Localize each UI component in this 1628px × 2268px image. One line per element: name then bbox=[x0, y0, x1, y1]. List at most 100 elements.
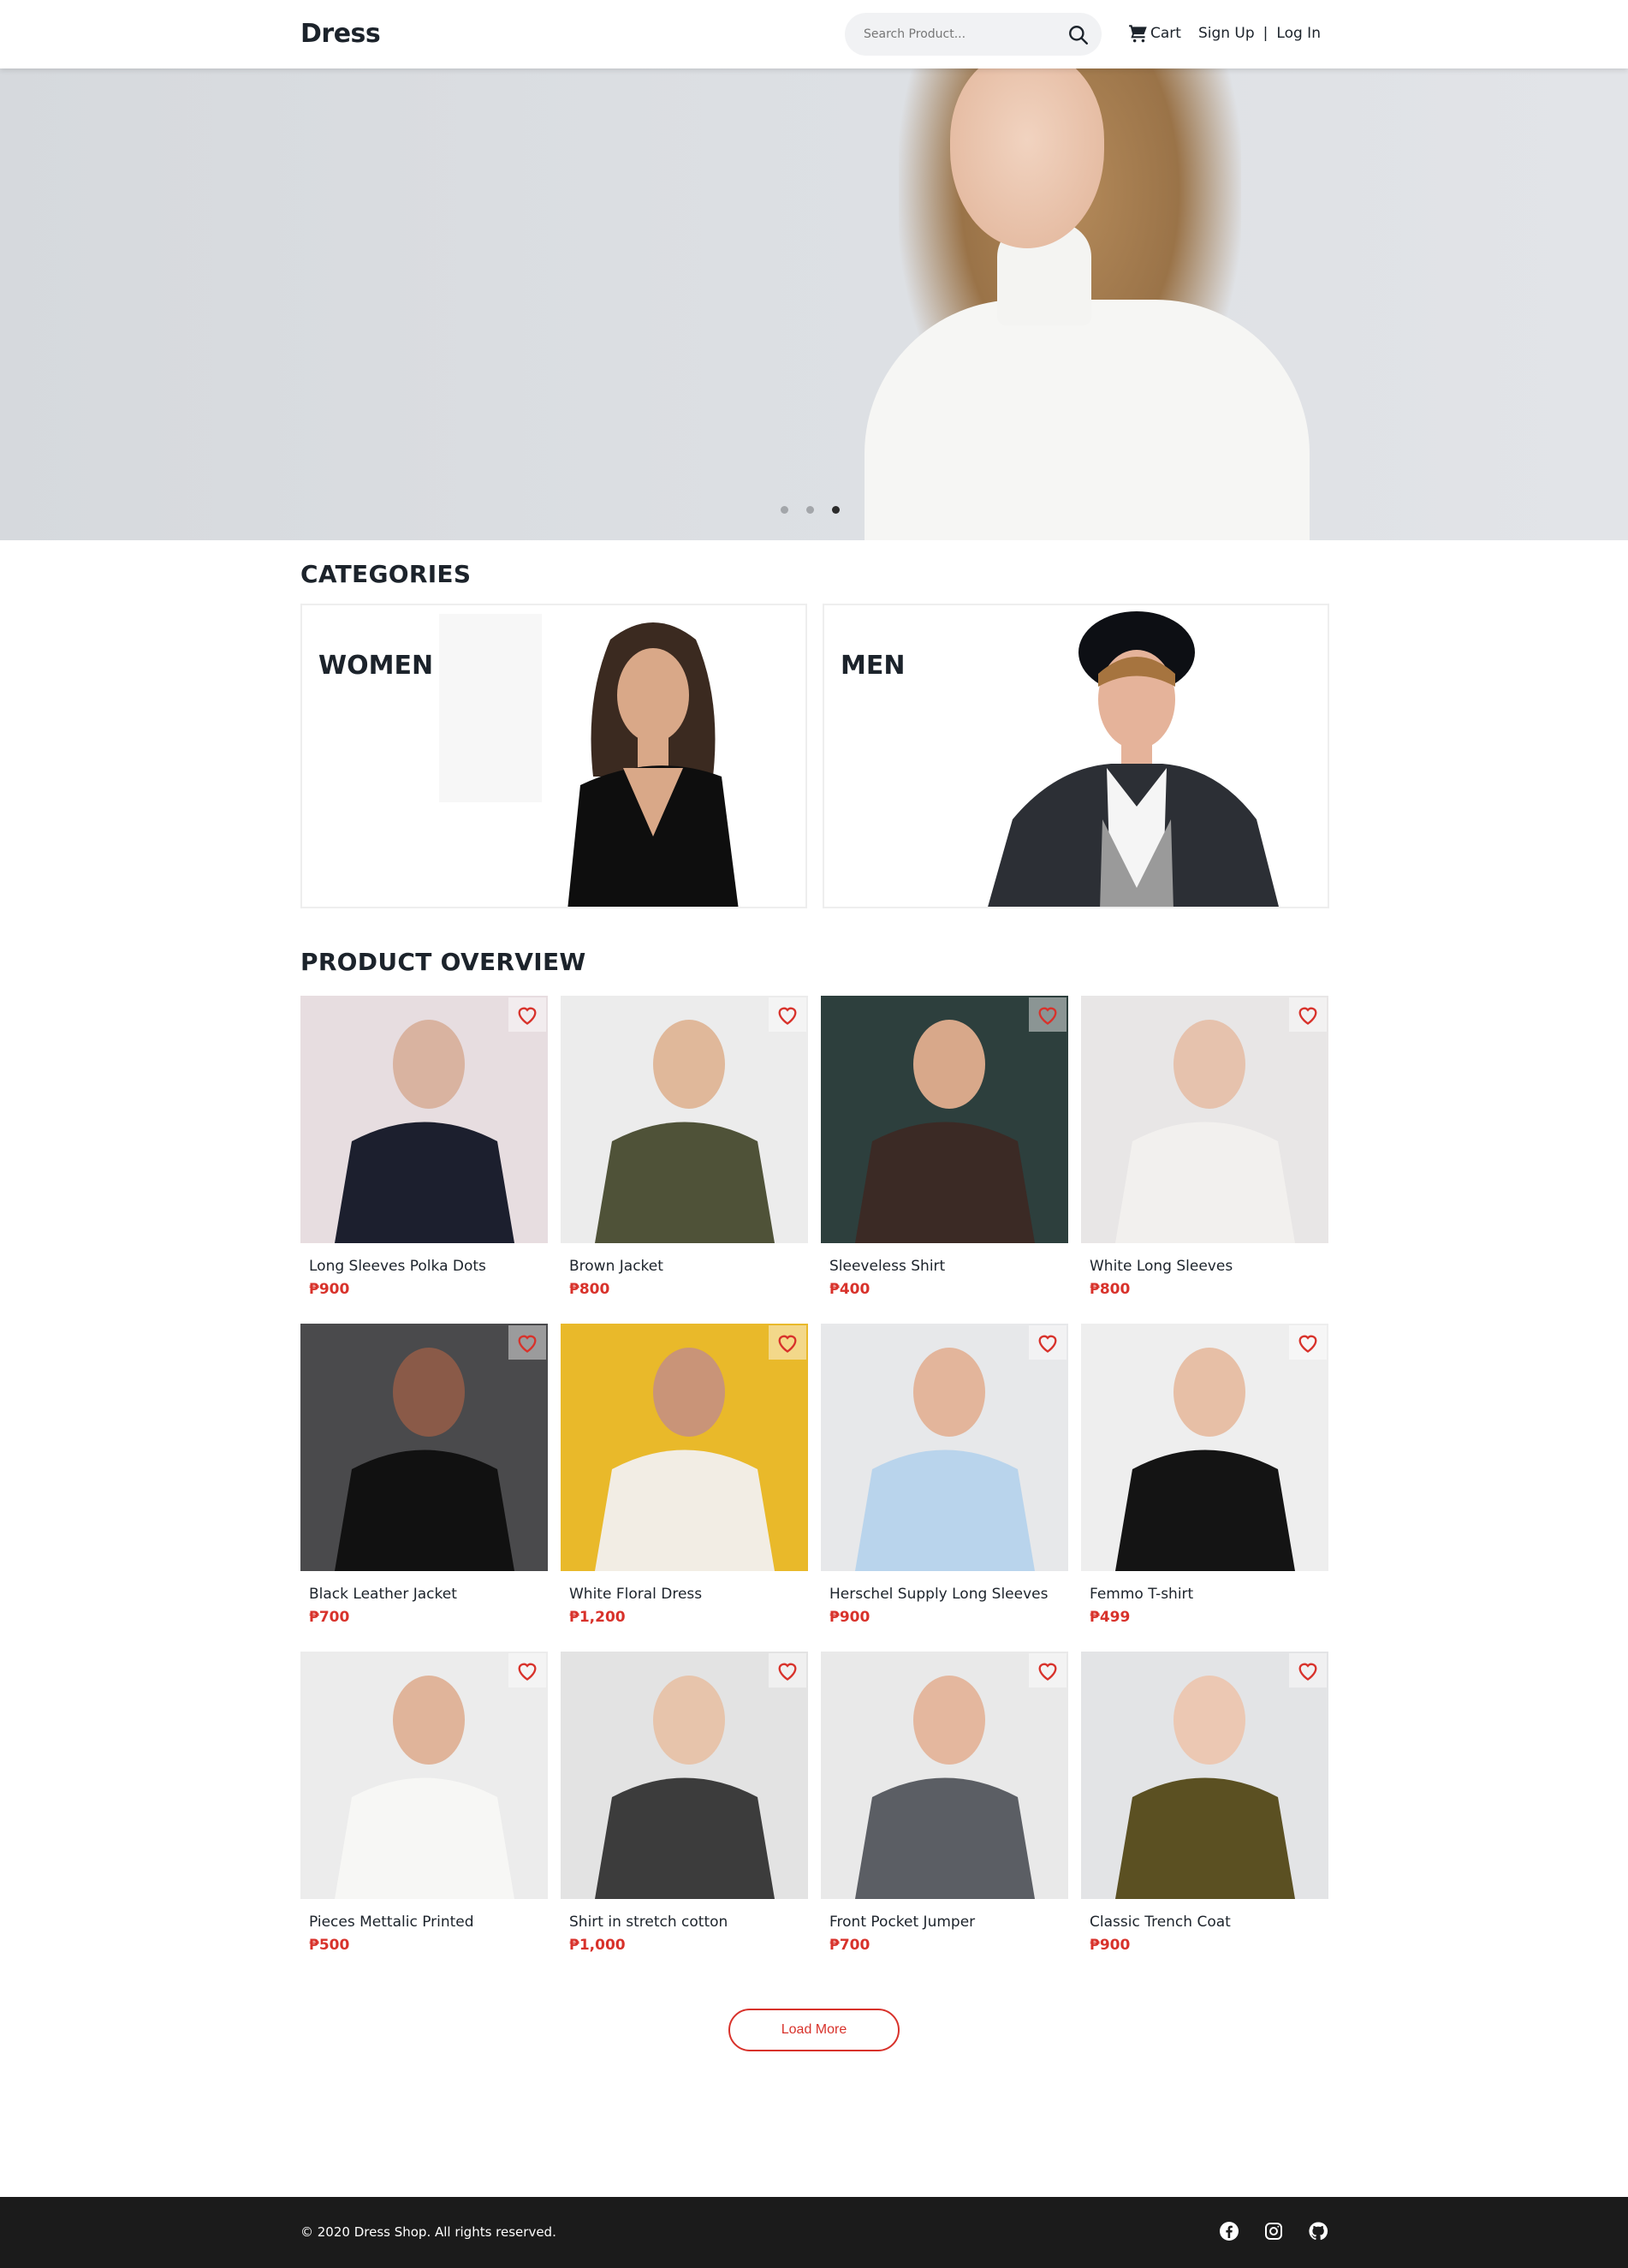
product-name[interactable]: Classic Trench Coat bbox=[1090, 1914, 1231, 1931]
product-card[interactable]: White Long Sleeves ₱800 bbox=[1081, 996, 1328, 1313]
search-icon[interactable] bbox=[1067, 24, 1090, 46]
product-image[interactable] bbox=[561, 1652, 808, 1899]
product-name[interactable]: White Long Sleeves bbox=[1090, 1258, 1233, 1275]
category-image-women bbox=[439, 614, 739, 907]
heart-icon bbox=[778, 1335, 797, 1353]
product-image[interactable] bbox=[300, 1652, 548, 1899]
heart-icon bbox=[778, 1007, 797, 1025]
product-name[interactable]: Front Pocket Jumper bbox=[829, 1914, 975, 1931]
product-image[interactable] bbox=[561, 1324, 808, 1571]
product-image[interactable] bbox=[821, 1652, 1068, 1899]
carousel-dot[interactable] bbox=[806, 506, 814, 514]
wishlist-button[interactable] bbox=[769, 997, 806, 1032]
product-card[interactable]: Brown Jacket ₱800 bbox=[561, 996, 808, 1313]
product-card[interactable]: White Floral Dress ₱1,200 bbox=[561, 1324, 808, 1640]
social-links bbox=[1219, 2221, 1328, 2241]
product-card[interactable]: Pieces Mettalic Printed ₱500 bbox=[300, 1652, 548, 1968]
signup-link[interactable]: Sign Up bbox=[1198, 25, 1255, 42]
product-card[interactable]: Femmo T-shirt ₱499 bbox=[1081, 1324, 1328, 1640]
github-icon[interactable] bbox=[1308, 2221, 1328, 2241]
product-photo bbox=[595, 1676, 775, 1899]
category-image-men bbox=[988, 611, 1279, 907]
product-photo bbox=[1115, 1348, 1295, 1571]
load-more-button[interactable]: Load More bbox=[728, 2009, 900, 2051]
product-name[interactable]: Black Leather Jacket bbox=[309, 1586, 457, 1603]
wishlist-button[interactable] bbox=[1029, 997, 1067, 1032]
product-image[interactable] bbox=[300, 1324, 548, 1571]
facebook-icon[interactable] bbox=[1219, 2221, 1239, 2241]
product-name[interactable]: Pieces Mettalic Printed bbox=[309, 1914, 474, 1931]
product-price: ₱900 bbox=[829, 1609, 870, 1626]
wishlist-button[interactable] bbox=[508, 997, 546, 1032]
product-price: ₱900 bbox=[1090, 1937, 1131, 1954]
heart-icon bbox=[518, 1663, 537, 1681]
product-card[interactable]: Long Sleeves Polka Dots ₱900 bbox=[300, 996, 548, 1313]
product-price: ₱400 bbox=[829, 1281, 870, 1298]
product-card[interactable]: Front Pocket Jumper ₱700 bbox=[821, 1652, 1068, 1968]
product-price: ₱800 bbox=[569, 1281, 610, 1298]
wishlist-button[interactable] bbox=[508, 1653, 546, 1688]
product-name[interactable]: Shirt in stretch cotton bbox=[569, 1914, 728, 1931]
wishlist-button[interactable] bbox=[1289, 1325, 1327, 1360]
product-price: ₱500 bbox=[309, 1937, 350, 1954]
heart-icon bbox=[1298, 1335, 1317, 1353]
product-photo bbox=[1115, 1020, 1295, 1243]
login-link[interactable]: Log In bbox=[1276, 25, 1321, 42]
product-name[interactable]: Femmo T-shirt bbox=[1090, 1586, 1193, 1603]
product-name[interactable]: Long Sleeves Polka Dots bbox=[309, 1258, 486, 1275]
search-input[interactable] bbox=[864, 13, 1052, 56]
nav-separator: | bbox=[1263, 25, 1269, 42]
wishlist-button[interactable] bbox=[1029, 1653, 1067, 1688]
product-image[interactable] bbox=[561, 996, 808, 1243]
wishlist-button[interactable] bbox=[769, 1653, 806, 1688]
product-photo bbox=[335, 1348, 514, 1571]
hero-carousel[interactable] bbox=[0, 68, 1628, 540]
product-card[interactable]: Classic Trench Coat ₱900 bbox=[1081, 1652, 1328, 1968]
product-image[interactable] bbox=[1081, 1324, 1328, 1571]
carousel-dot[interactable] bbox=[781, 506, 788, 514]
product-name[interactable]: Herschel Supply Long Sleeves bbox=[829, 1586, 1048, 1603]
wishlist-button[interactable] bbox=[1289, 1653, 1327, 1688]
site-footer: © 2020 Dress Shop. All rights reserved. bbox=[0, 2197, 1628, 2268]
brand-logo[interactable]: Dress bbox=[300, 19, 381, 49]
product-price: ₱700 bbox=[829, 1937, 870, 1954]
category-card-men[interactable]: MEN bbox=[823, 604, 1329, 908]
product-image[interactable] bbox=[300, 996, 548, 1243]
category-label: WOMEN bbox=[318, 651, 434, 681]
product-card[interactable]: Shirt in stretch cotton ₱1,000 bbox=[561, 1652, 808, 1968]
carousel-dot-active[interactable] bbox=[832, 506, 840, 514]
wishlist-button[interactable] bbox=[769, 1325, 806, 1360]
product-photo bbox=[595, 1348, 775, 1571]
wishlist-button[interactable] bbox=[1029, 1325, 1067, 1360]
product-name[interactable]: White Floral Dress bbox=[569, 1586, 702, 1603]
product-card[interactable]: Sleeveless Shirt ₱400 bbox=[821, 996, 1068, 1313]
product-photo bbox=[335, 1020, 514, 1243]
product-photo bbox=[855, 1020, 1035, 1243]
product-image[interactable] bbox=[1081, 1652, 1328, 1899]
product-card[interactable]: Herschel Supply Long Sleeves ₱900 bbox=[821, 1324, 1068, 1640]
product-photo bbox=[855, 1676, 1035, 1899]
heart-icon bbox=[1038, 1007, 1057, 1025]
wishlist-button[interactable] bbox=[508, 1325, 546, 1360]
category-label: MEN bbox=[841, 651, 906, 681]
product-price: ₱1,200 bbox=[569, 1609, 626, 1626]
product-card[interactable]: Black Leather Jacket ₱700 bbox=[300, 1324, 548, 1640]
product-photo bbox=[335, 1676, 514, 1899]
product-name[interactable]: Sleeveless Shirt bbox=[829, 1258, 945, 1275]
heart-icon bbox=[778, 1663, 797, 1681]
heart-icon bbox=[1038, 1335, 1057, 1353]
cart-icon bbox=[1129, 25, 1147, 43]
instagram-icon[interactable] bbox=[1263, 2221, 1284, 2241]
product-price: ₱800 bbox=[1090, 1281, 1131, 1298]
product-image[interactable] bbox=[1081, 996, 1328, 1243]
copyright-text: © 2020 Dress Shop. All rights reserved. bbox=[300, 2224, 556, 2240]
product-overview-title: PRODUCT OVERVIEW bbox=[300, 948, 586, 976]
cart-link[interactable]: Cart bbox=[1127, 22, 1181, 45]
product-name[interactable]: Brown Jacket bbox=[569, 1258, 663, 1275]
hero-image-body bbox=[865, 300, 1310, 540]
category-card-women[interactable]: WOMEN bbox=[300, 604, 807, 908]
wishlist-button[interactable] bbox=[1289, 997, 1327, 1032]
product-image[interactable] bbox=[821, 996, 1068, 1243]
product-image[interactable] bbox=[821, 1324, 1068, 1571]
product-price: ₱700 bbox=[309, 1609, 350, 1626]
